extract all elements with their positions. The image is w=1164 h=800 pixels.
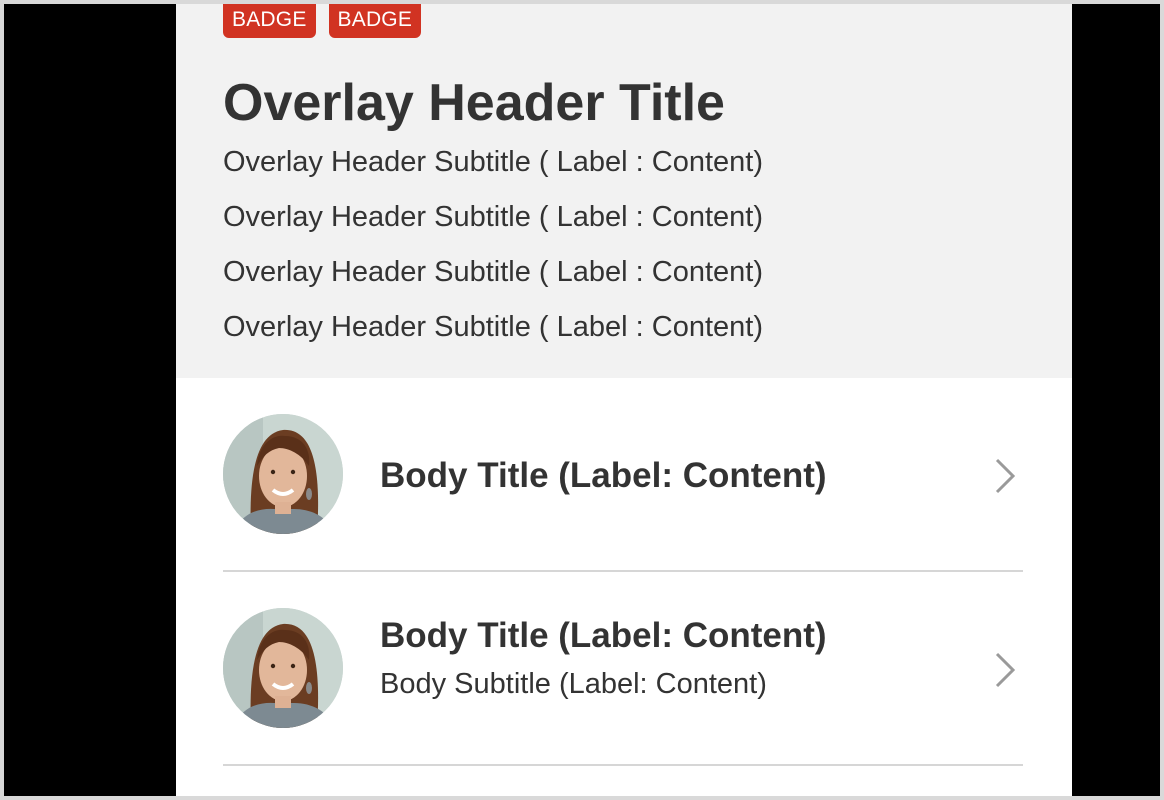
overlay-header-subtitle: Overlay Header Subtitle ( Label : Conten… xyxy=(223,146,763,178)
list-item[interactable]: Body Title (Label: Content) xyxy=(223,378,1023,572)
badge-group: BADGE BADGE xyxy=(223,4,422,38)
screen-frame: BADGE BADGE Overlay Header Title Overlay… xyxy=(4,4,1160,796)
list-item-subtitle: Body Subtitle (Label: Content) xyxy=(380,668,767,700)
overlay-header-subtitle: Overlay Header Subtitle ( Label : Conten… xyxy=(223,256,763,288)
list-item-title: Body Title (Label: Content) xyxy=(380,456,827,495)
overlay-header: BADGE BADGE Overlay Header Title Overlay… xyxy=(176,4,1072,378)
chevron-right-icon xyxy=(995,458,1016,494)
overlay-header-title: Overlay Header Title xyxy=(223,74,725,132)
overlay-header-subtitle: Overlay Header Subtitle ( Label : Conten… xyxy=(223,201,763,233)
overlay-header-subtitle: Overlay Header Subtitle ( Label : Conten… xyxy=(223,311,763,343)
avatar xyxy=(223,414,343,534)
list-item[interactable]: Body Title (Label: Content) Body Subtitl… xyxy=(223,572,1023,766)
badge: BADGE xyxy=(328,4,422,38)
badge: BADGE xyxy=(223,4,316,38)
list-item-text: Body Title (Label: Content) Body Subtitl… xyxy=(380,616,827,702)
list-item-title: Body Title (Label: Content) xyxy=(380,616,827,655)
chevron-right-icon xyxy=(995,652,1016,688)
avatar xyxy=(223,608,343,728)
divider xyxy=(223,764,1023,766)
overlay-header-subtitles: Overlay Header Subtitle ( Label : Conten… xyxy=(223,144,763,364)
list-item-text: Body Title (Label: Content) xyxy=(380,456,827,496)
overlay-panel: BADGE BADGE Overlay Header Title Overlay… xyxy=(176,4,1072,796)
